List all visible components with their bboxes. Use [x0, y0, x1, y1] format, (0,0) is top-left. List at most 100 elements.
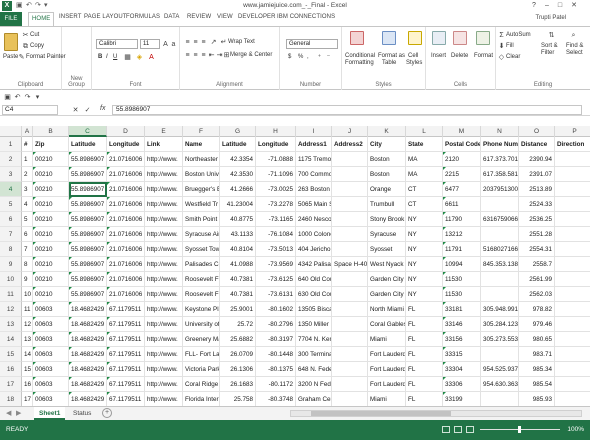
cell-i14[interactable]: 7704 N. Kendall Dr.	[296, 332, 332, 347]
cell-a2[interactable]: 1	[22, 152, 33, 167]
cell-l15[interactable]: FL	[406, 347, 443, 362]
tab-review[interactable]: REVIEW	[187, 14, 211, 20]
cell-l18[interactable]: FL	[406, 392, 443, 406]
sheet-prev-icon[interactable]: ◀	[6, 409, 11, 417]
qa-undo-icon[interactable]: ↶	[14, 94, 21, 101]
cell-i10[interactable]: 640 Old Country Rd	[296, 272, 332, 287]
cell-j8[interactable]	[332, 242, 368, 257]
cell-e12[interactable]: http://www.	[145, 302, 183, 317]
cell-j1[interactable]: Address2	[332, 137, 368, 152]
normal-view-icon[interactable]	[442, 426, 450, 433]
cell-h6[interactable]: -73.1165	[256, 212, 296, 227]
cell-p18[interactable]	[555, 392, 590, 406]
cell-k15[interactable]: Fort Lauderd	[368, 347, 406, 362]
cell-c2[interactable]: 55.8986907	[69, 152, 107, 167]
cell-k12[interactable]: North Miami	[368, 302, 406, 317]
cell-i11[interactable]: 630 Old Country Road	[296, 287, 332, 302]
cell-i12[interactable]: 13505 Biscayne Blvd.	[296, 302, 332, 317]
cell-e10[interactable]: http://www.	[145, 272, 183, 287]
row-header-3[interactable]: 3	[0, 167, 22, 182]
cell-o17[interactable]: 985.54	[519, 377, 555, 392]
cell-a13[interactable]: 12	[22, 317, 33, 332]
paste-button[interactable]: Paste	[3, 54, 18, 60]
cell-g13[interactable]: 25.72	[220, 317, 256, 332]
cell-p4[interactable]	[555, 182, 590, 197]
cell-a12[interactable]: 11	[22, 302, 33, 317]
column-header-k[interactable]: K	[368, 126, 406, 137]
cell-o6[interactable]: 2536.25	[519, 212, 555, 227]
cell-l9[interactable]: NY	[406, 257, 443, 272]
cell-m3[interactable]: 2215	[443, 167, 481, 182]
cell-d12[interactable]: 67.1179511	[107, 302, 145, 317]
cell-f7[interactable]: Syracuse Air	[183, 227, 220, 242]
cell-o11[interactable]: 2562.03	[519, 287, 555, 302]
cell-l5[interactable]: CT	[406, 197, 443, 212]
cell-e16[interactable]: http://www.	[145, 362, 183, 377]
row-header-16[interactable]: 16	[0, 362, 22, 377]
insert-cells-button[interactable]: Insert	[431, 53, 446, 59]
cell-l6[interactable]: NY	[406, 212, 443, 227]
cell-i13[interactable]: 1350 Miller Dr., #132	[296, 317, 332, 332]
cell-n17[interactable]: 954.630.3638	[481, 377, 519, 392]
clear-button[interactable]: Clear	[506, 54, 520, 60]
cell-p7[interactable]	[555, 227, 590, 242]
column-header-l[interactable]: L	[406, 126, 443, 137]
cell-l10[interactable]: NY	[406, 272, 443, 287]
cell-k16[interactable]: Fort Lauderd	[368, 362, 406, 377]
cell-n1[interactable]: Phone Numb	[481, 137, 519, 152]
cell-o16[interactable]: 985.34	[519, 362, 555, 377]
cell-d11[interactable]: 21.0716006	[107, 287, 145, 302]
cell-k2[interactable]: Boston	[368, 152, 406, 167]
enter-icon[interactable]: ✓	[84, 107, 91, 114]
cell-c15[interactable]: 18.4682429	[69, 347, 107, 362]
cell-c3[interactable]: 55.8986907	[69, 167, 107, 182]
cell-e4[interactable]: http://www.	[145, 182, 183, 197]
cell-g1[interactable]: Latitude	[220, 137, 256, 152]
cell-o2[interactable]: 2390.94	[519, 152, 555, 167]
cell-a17[interactable]: 16	[22, 377, 33, 392]
row-header-12[interactable]: 12	[0, 302, 22, 317]
cell-b12[interactable]: 00603	[33, 302, 69, 317]
cell-o7[interactable]: 2551.28	[519, 227, 555, 242]
cell-b11[interactable]: 00210	[33, 287, 69, 302]
cell-j15[interactable]	[332, 347, 368, 362]
cell-g5[interactable]: 41.23004	[220, 197, 256, 212]
tab-developer[interactable]: DEVELOPER	[238, 14, 276, 20]
cell-n12[interactable]: 305.948.9919	[481, 302, 519, 317]
cell-k13[interactable]: Coral Gables	[368, 317, 406, 332]
cell-m4[interactable]: 6477	[443, 182, 481, 197]
cell-h18[interactable]: -80.3748	[256, 392, 296, 406]
cell-d6[interactable]: 21.0716006	[107, 212, 145, 227]
tab-data[interactable]: DATA	[164, 14, 180, 20]
cell-n15[interactable]	[481, 347, 519, 362]
cell-o15[interactable]: 983.71	[519, 347, 555, 362]
cell-i1[interactable]: Address1	[296, 137, 332, 152]
help-button[interactable]: ?	[528, 0, 540, 11]
cell-e15[interactable]: http://www.	[145, 347, 183, 362]
cell-b4[interactable]: 00210	[33, 182, 69, 197]
cell-n3[interactable]: 617.358.5816	[481, 167, 519, 182]
page-break-view-icon[interactable]	[466, 426, 474, 433]
cell-g4[interactable]: 41.2666	[220, 182, 256, 197]
user-name[interactable]: Trupti Patel	[536, 15, 566, 21]
cell-f5[interactable]: Westfield Tr	[183, 197, 220, 212]
cell-c7[interactable]: 55.8986907	[69, 227, 107, 242]
cell-n14[interactable]: 305.273.5538	[481, 332, 519, 347]
cell-a4[interactable]: 3	[22, 182, 33, 197]
tab-formulas[interactable]: FORMULAS	[126, 14, 160, 20]
cell-f12[interactable]: Keystone Pla	[183, 302, 220, 317]
cell-o4[interactable]: 2513.89	[519, 182, 555, 197]
cell-k5[interactable]: Trumbull	[368, 197, 406, 212]
cell-h5[interactable]: -73.2278	[256, 197, 296, 212]
cell-d10[interactable]: 21.0716006	[107, 272, 145, 287]
cell-o9[interactable]: 2558.7	[519, 257, 555, 272]
cell-n8[interactable]: 5168027166	[481, 242, 519, 257]
cell-p12[interactable]	[555, 302, 590, 317]
cell-k17[interactable]: Fort Lauderd	[368, 377, 406, 392]
cell-l13[interactable]: FL	[406, 317, 443, 332]
cell-d7[interactable]: 21.0716006	[107, 227, 145, 242]
qa-redo-icon[interactable]: ↷	[24, 94, 31, 101]
cell-f11[interactable]: Roosevelt Fie	[183, 287, 220, 302]
cell-a14[interactable]: 13	[22, 332, 33, 347]
cell-e5[interactable]: http://www.	[145, 197, 183, 212]
